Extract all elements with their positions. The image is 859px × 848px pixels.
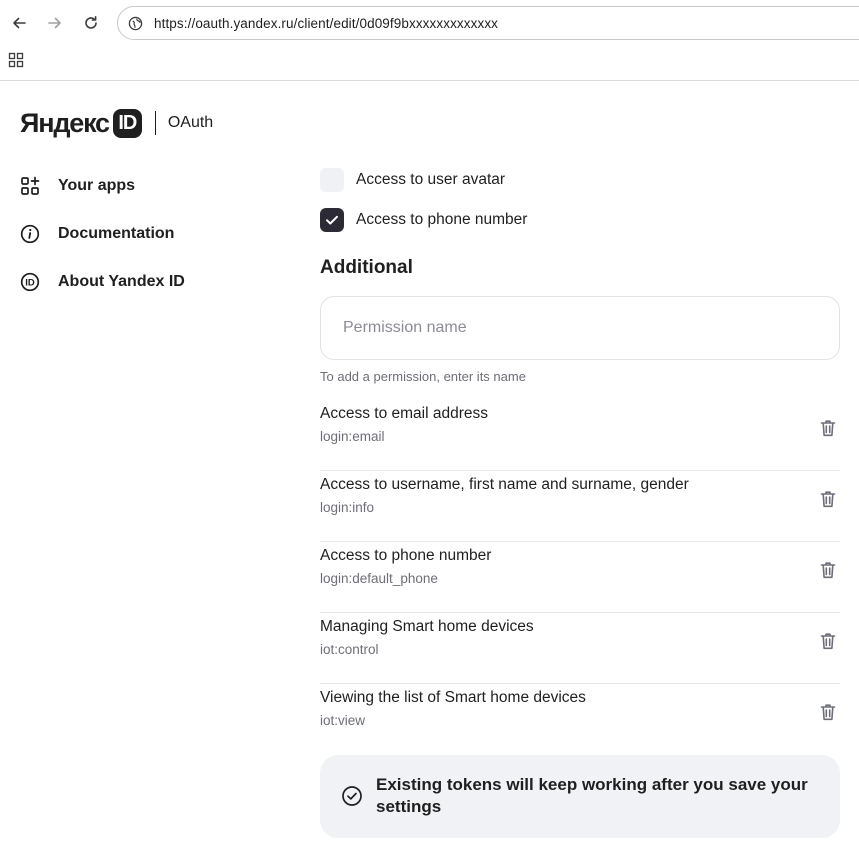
trash-icon [820,491,836,508]
forward-button[interactable] [43,11,67,35]
delete-permission-button[interactable] [816,629,840,653]
permission-code: login:default_phone [320,571,438,586]
permission-code: iot:control [320,642,379,657]
sidebar-item-label: Documentation [58,225,175,242]
permission-title: Managing Smart home devices [320,618,534,635]
permission-name-input[interactable] [320,296,840,360]
site-info-icon[interactable] [127,15,143,31]
checkbox-label: Access to user avatar [356,171,506,188]
permission-title: Access to email address [320,405,488,422]
permission-row: Access to email address login:email [320,400,840,471]
permission-code: login:email [320,429,385,444]
apps-grid-icon[interactable] [8,52,24,68]
trash-icon [820,704,836,721]
permission-input-hint: To add a permission, enter its name [320,369,526,384]
address-bar-url[interactable]: https://oauth.yandex.ru/client/edit/0d09… [154,16,498,31]
delete-permission-button[interactable] [816,700,840,724]
apps-plus-icon [20,176,40,196]
id-badge-icon: ID [20,272,40,292]
permission-title: Access to phone number [320,547,492,564]
checkbox-label: Access to phone number [356,211,528,228]
reload-button[interactable] [79,11,103,35]
address-bar[interactable]: https://oauth.yandex.ru/client/edit/0d09… [117,6,859,40]
arrow-left-icon [13,17,26,29]
browser-toolbar: https://oauth.yandex.ru/client/edit/0d09… [0,0,859,81]
permission-row: Access to phone number login:default_pho… [320,542,840,613]
logo-divider [154,111,156,135]
checkmark-icon [326,215,338,225]
permission-code: login:info [320,500,375,515]
permission-code: iot:view [320,713,366,728]
info-icon [20,224,40,244]
additional-section-title: Additional [320,257,413,278]
permission-row: Viewing the list of Smart home devices i… [320,684,840,755]
sidebar-item-label: About Yandex ID [58,273,185,290]
service-name: OAuth [167,114,214,131]
delete-permission-button[interactable] [816,416,840,440]
trash-icon [820,420,836,437]
check-circle-icon [342,786,362,806]
permission-row: Access to username, first name and surna… [320,471,840,542]
reload-icon [85,16,97,29]
svg-text:ID: ID [25,278,35,289]
sidebar-item-about-yandex-id[interactable]: ID About Yandex ID [20,269,185,295]
permission-row: Managing Smart home devices iot:control [320,613,840,684]
permission-title: Viewing the list of Smart home devices [320,689,586,706]
yandex-id-logo[interactable]: Яндекс ID OAuth [20,108,213,138]
notice-text: Existing tokens will keep working after … [376,775,808,816]
arrow-right-icon [48,17,61,29]
sidebar-item-your-apps[interactable]: Your apps [20,173,135,199]
delete-permission-button[interactable] [816,487,840,511]
delete-permission-button[interactable] [816,558,840,582]
trash-icon [820,633,836,650]
back-button[interactable] [7,11,31,35]
logo-id-badge: ID [112,108,142,138]
checkbox-box[interactable] [320,168,344,192]
tokens-notice: Existing tokens will keep working after … [320,755,840,838]
permission-title: Access to username, first name and surna… [320,476,689,493]
checkbox-box-checked[interactable] [320,208,344,232]
sidebar-item-documentation[interactable]: Documentation [20,221,174,247]
sidebar-item-label: Your apps [58,177,136,194]
trash-icon [820,562,836,579]
checkbox-user-avatar[interactable]: Access to user avatar [320,168,505,192]
logo-wordmark: Яндекс [20,107,110,138]
checkbox-phone-number[interactable]: Access to phone number [320,208,527,232]
